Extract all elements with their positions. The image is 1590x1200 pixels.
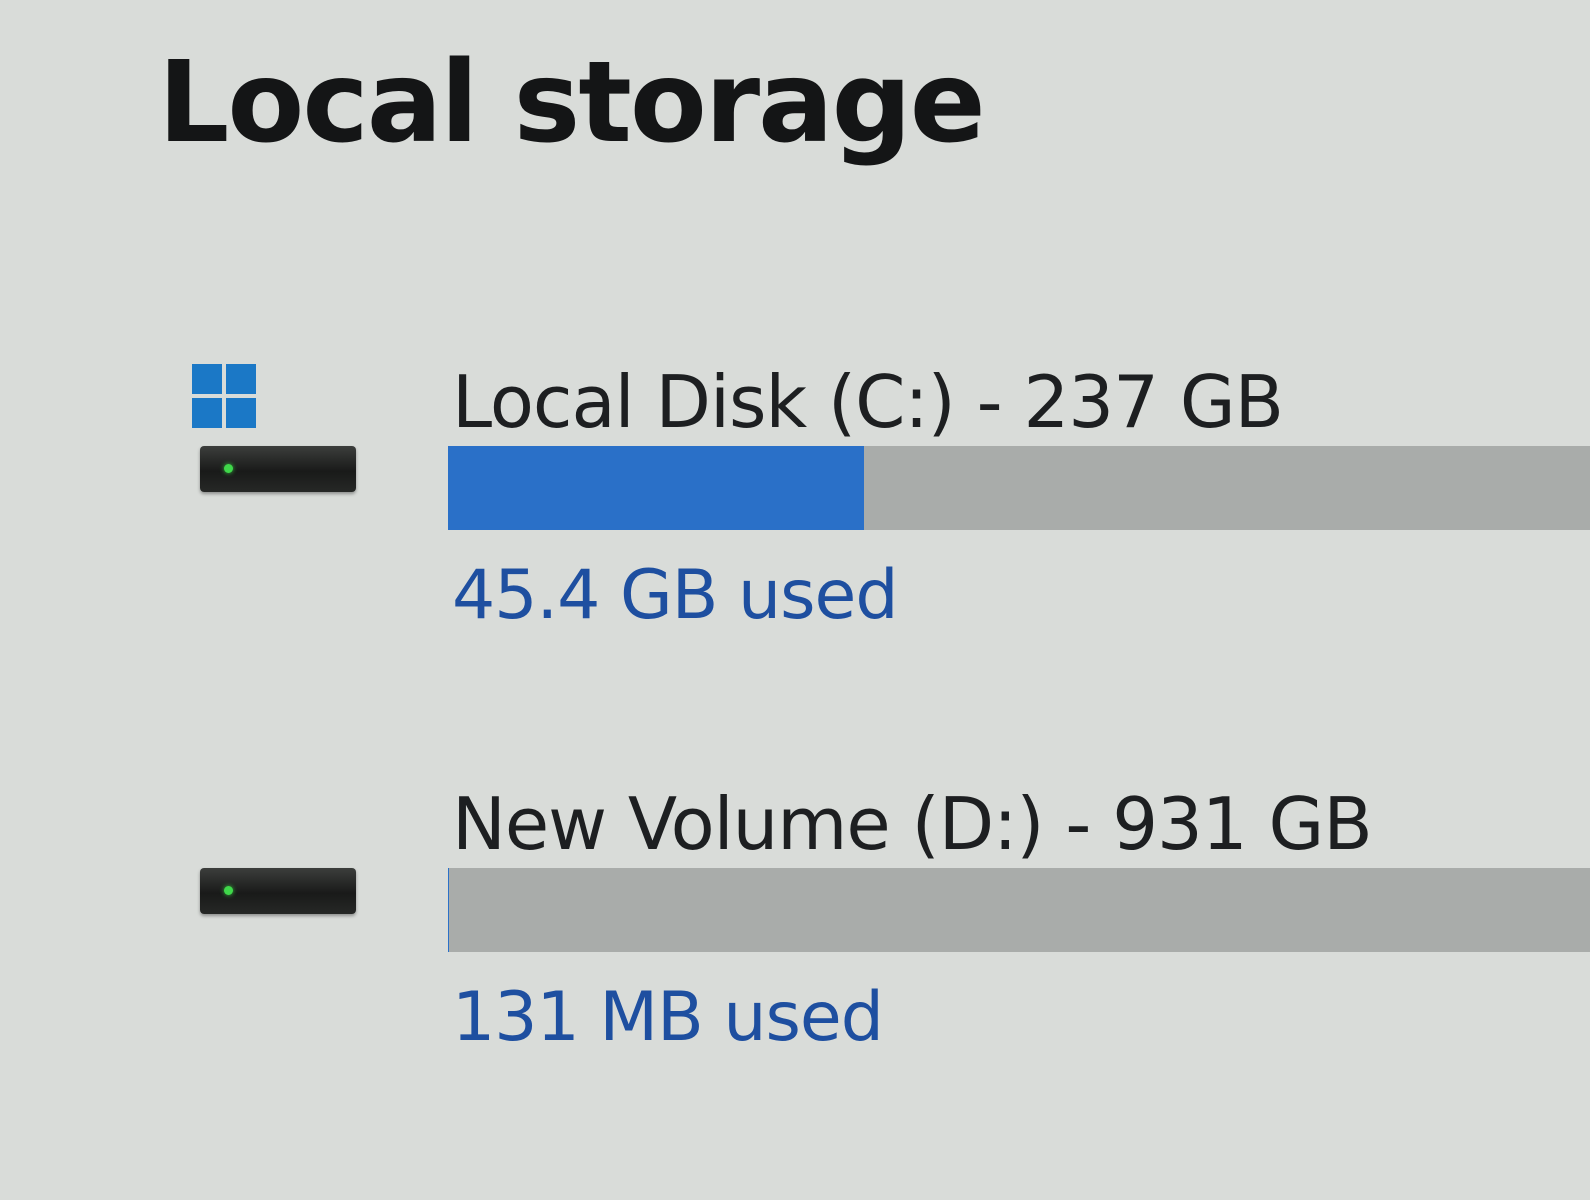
- drive-used-label: 131 MB used: [452, 978, 884, 1057]
- drive-name: New Volume (D:) - 931 GB: [452, 782, 1373, 866]
- usage-bar-fill: [448, 446, 864, 530]
- windows-logo-icon: [192, 364, 256, 428]
- drive-led-icon: [224, 886, 233, 895]
- usage-bar: [448, 868, 1590, 952]
- page-title: Local storage: [158, 38, 986, 168]
- hard-drive-icon: [200, 446, 356, 492]
- hard-drive-icon: [190, 782, 360, 922]
- hard-drive-icon: [200, 868, 356, 914]
- usage-bar: [448, 446, 1590, 530]
- drive-name: Local Disk (C:) - 237 GB: [452, 360, 1284, 444]
- windows-system-drive-icon: [190, 360, 360, 500]
- drive-used-label: 45.4 GB used: [452, 556, 899, 635]
- drive-led-icon: [224, 464, 233, 473]
